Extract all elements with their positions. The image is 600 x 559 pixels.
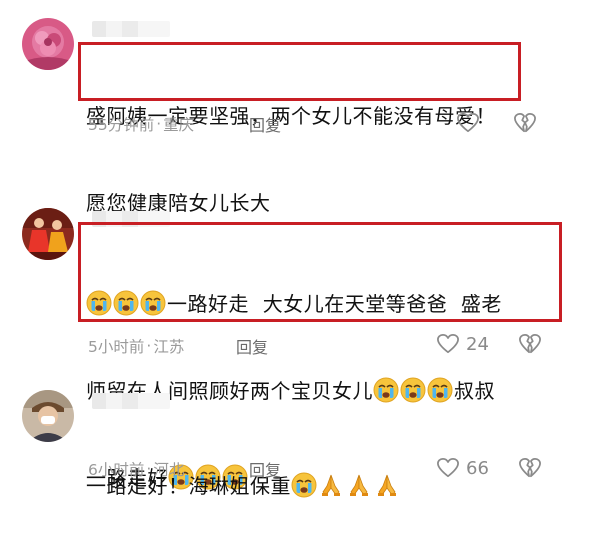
- comment-item: 一路走好！海琳姐保重 6小时前 · 河北 回复 66: [0, 0, 600, 502]
- praying-hands-emoji: [318, 472, 344, 498]
- comment-text: 一路走好！海琳姐保重: [86, 414, 402, 559]
- avatar[interactable]: [22, 390, 74, 442]
- meta-separator: ·: [146, 460, 152, 478]
- crying-face-emoji: [291, 472, 317, 498]
- like-count: 66: [466, 457, 489, 479]
- praying-hands-emoji: [374, 472, 400, 498]
- like-button[interactable]: 66: [436, 457, 489, 479]
- praying-hands-emoji: [346, 472, 372, 498]
- timestamp: 6小时前: [88, 461, 145, 479]
- reply-button[interactable]: 回复: [249, 457, 281, 481]
- comment-meta: 6小时前 · 河北: [88, 458, 184, 480]
- broken-heart-icon: [518, 457, 542, 479]
- masked-person-avatar-image: [22, 390, 74, 442]
- username-blurred[interactable]: [92, 393, 170, 409]
- heart-outline-icon: [436, 457, 460, 479]
- location: 河北: [153, 461, 185, 479]
- dislike-button[interactable]: [518, 457, 542, 483]
